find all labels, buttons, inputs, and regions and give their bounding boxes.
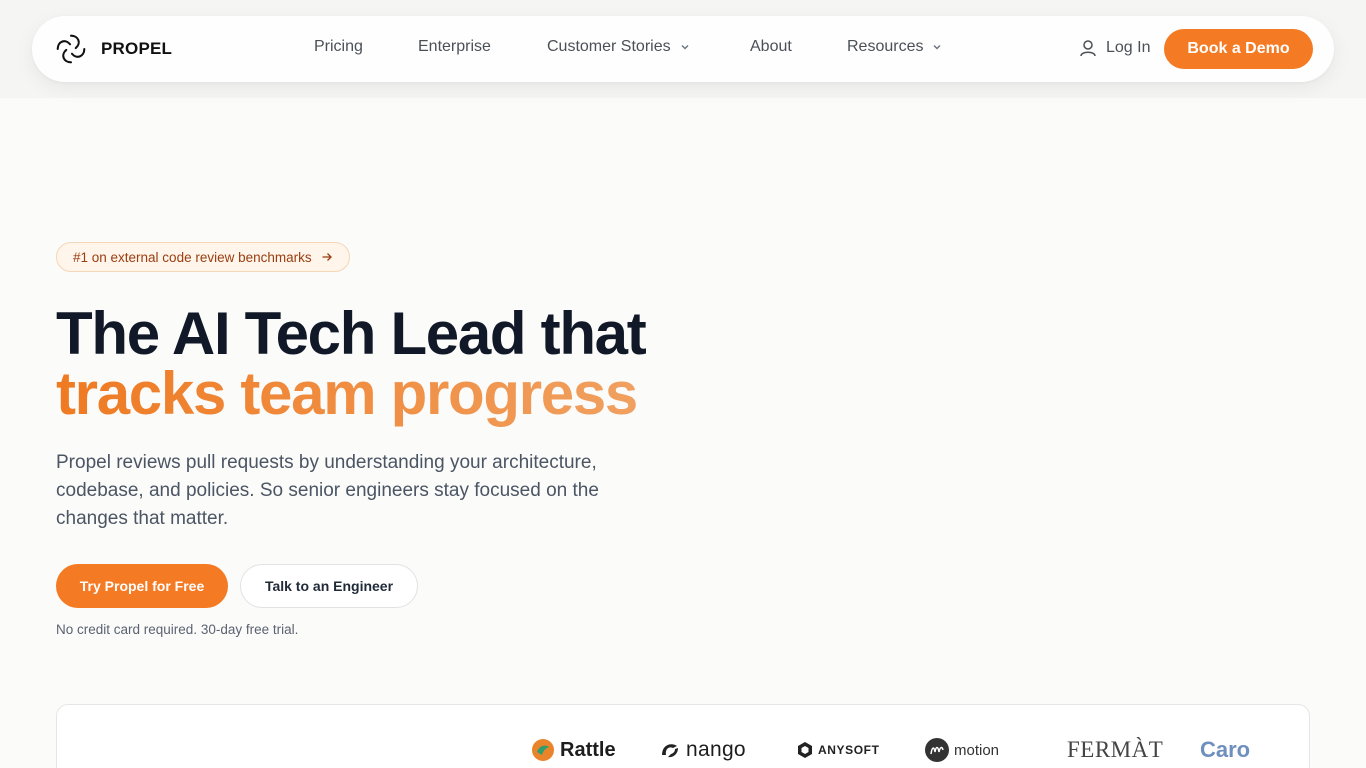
- logo-motion-text: motion: [954, 741, 1000, 759]
- nav-customer-stories[interactable]: Customer Stories: [547, 38, 690, 56]
- nav-about[interactable]: About: [750, 38, 792, 56]
- benchmark-badge-label: #1 on external code review benchmarks: [73, 249, 312, 265]
- logo-rattle-text: Rattle: [560, 738, 616, 761]
- logo-fermat-text: FERMÀT: [1067, 737, 1164, 762]
- logo-caro: Caro: [1200, 735, 1250, 765]
- brand[interactable]: PROPEL: [52, 31, 172, 67]
- benchmark-badge[interactable]: #1 on external code review benchmarks: [56, 242, 350, 272]
- book-demo-button[interactable]: Book a Demo: [1164, 29, 1313, 69]
- nav-enterprise[interactable]: Enterprise: [418, 38, 491, 56]
- nav-customer-stories-label: Customer Stories: [547, 38, 671, 55]
- hero-subtext: Propel reviews pull requests by understa…: [56, 452, 599, 529]
- login-link[interactable]: Log In: [1078, 38, 1150, 58]
- login-label: Log In: [1106, 39, 1151, 56]
- logo-fermat: FERMÀT: [1067, 735, 1163, 765]
- logo-nango-text: nango: [686, 738, 746, 761]
- propel-logo-icon: [56, 34, 86, 64]
- logo-rattle: Rattle: [531, 735, 616, 765]
- anysoft-logo-icon: [798, 742, 812, 758]
- logo-anysoft: ANYSOFT: [797, 735, 880, 765]
- nav-resources-label: Resources: [847, 38, 924, 55]
- logo-motion: motion: [925, 735, 999, 765]
- nav-pricing[interactable]: Pricing: [314, 38, 363, 56]
- talk-engineer-button[interactable]: Talk to an Engineer: [240, 564, 418, 608]
- arrow-right-icon: [322, 253, 332, 261]
- trial-note: No credit card required. 30-day free tri…: [56, 622, 299, 637]
- navbar: PROPEL Pricing Enterprise Customer Stori…: [32, 16, 1334, 82]
- hero-headline-line2: tracks team progress: [56, 360, 638, 427]
- hero-headline-line1: The AI Tech Lead that: [56, 300, 647, 367]
- logo-caro-text: Caro: [1200, 737, 1251, 762]
- logo-anysoft-text: ANYSOFT: [818, 743, 880, 757]
- logo-nango: nango: [659, 735, 746, 765]
- rattle-logo-icon: [532, 739, 554, 761]
- chevron-down-icon: [933, 45, 941, 50]
- nango-logo-icon: [662, 744, 678, 758]
- nav-resources[interactable]: Resources: [847, 38, 942, 56]
- chevron-down-icon: [681, 45, 689, 50]
- user-icon: [1080, 40, 1096, 57]
- brand-name: PROPEL: [101, 39, 173, 58]
- motion-logo-icon: [925, 738, 949, 762]
- try-free-button[interactable]: Try Propel for Free: [56, 564, 228, 608]
- customer-logo-strip: Rattle nango ANYSOFT motion FERMÀT Caro: [56, 704, 1310, 768]
